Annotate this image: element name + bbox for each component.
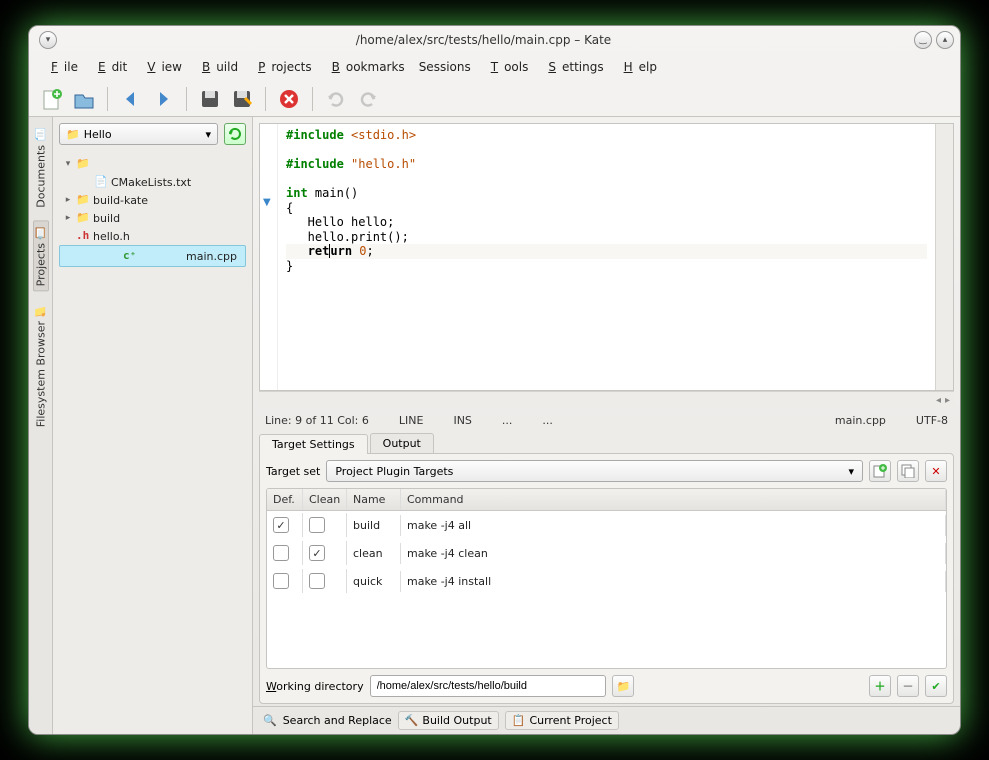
working-directory-input[interactable] (370, 675, 607, 697)
menu-bookmarks[interactable]: Bookmarks (320, 58, 411, 76)
file-icon: 📁 (76, 211, 90, 225)
side-tab-fsbrowser[interactable]: Filesystem Browser📁 (34, 299, 48, 431)
table-row[interactable]: quickmake -j4 install (267, 567, 946, 595)
target-set-label: Target set (266, 465, 320, 478)
working-directory-label: Working directory (266, 680, 364, 693)
targets-table: Def. Clean Name Command ✓buildmake -j4 a… (266, 488, 947, 669)
tree-node[interactable]: ▾📁 (59, 155, 246, 173)
menu-sessions[interactable]: Sessions (413, 58, 477, 76)
minimize-button[interactable]: ‿ (914, 31, 932, 49)
tab-output[interactable]: Output (370, 433, 434, 453)
save-icon[interactable] (197, 86, 223, 112)
vertical-scrollbar[interactable] (935, 124, 953, 390)
add-target-button[interactable]: ＋ (869, 675, 891, 697)
col-command: Command (401, 489, 946, 510)
new-file-icon[interactable] (39, 86, 65, 112)
clean-checkbox[interactable] (309, 573, 325, 589)
projects-icon: 📋 (34, 225, 48, 239)
side-tab-strip: Documents📄 Projects📋 Filesystem Browser📁 (29, 117, 53, 734)
target-settings-panel: Target set Project Plugin Targets ▾ ✕ De… (259, 453, 954, 704)
menu-settings[interactable]: Settings (536, 58, 609, 76)
encoding: UTF-8 (916, 414, 948, 427)
def-checkbox[interactable] (273, 545, 289, 561)
tree-node[interactable]: .hhello.h (59, 227, 246, 245)
binoculars-icon: 🔍 (263, 714, 277, 727)
tree-node[interactable]: ▸📁build (59, 209, 246, 227)
toolbar (29, 82, 960, 116)
col-def: Def. (267, 489, 303, 510)
menu-build[interactable]: Build (190, 58, 244, 76)
documents-icon: 📄 (34, 127, 48, 141)
bottom-bar: 🔍 Search and Replace 🔨Build Output 📋Curr… (253, 706, 960, 734)
col-clean: Clean (303, 489, 347, 510)
menu-help[interactable]: Help (612, 58, 663, 76)
window-menu-button[interactable]: ▾ (39, 31, 57, 49)
tree-node[interactable]: c⁺main.cpp (59, 245, 246, 267)
forward-icon[interactable] (150, 86, 176, 112)
horizontal-scrollbar[interactable]: ◂▸ (259, 391, 954, 409)
table-row[interactable]: ✓buildmake -j4 all (267, 511, 946, 539)
table-row[interactable]: ✓cleanmake -j4 clean (267, 539, 946, 567)
clean-checkbox[interactable] (309, 517, 325, 533)
clean-checkbox[interactable]: ✓ (309, 545, 325, 561)
filename: main.cpp (835, 414, 886, 427)
file-icon: .h (76, 229, 90, 243)
line-mode: LINE (399, 414, 424, 427)
status-bar: Line: 9 of 11 Col: 6 LINE INS ...... mai… (253, 409, 960, 431)
back-icon[interactable] (118, 86, 144, 112)
search-replace-label[interactable]: Search and Replace (283, 714, 392, 727)
project-icon: 📋 (512, 714, 526, 727)
col-name: Name (347, 489, 401, 510)
window-title: /home/alex/src/tests/hello/main.cpp – Ka… (57, 33, 910, 47)
file-icon: 📁 (76, 157, 90, 171)
maximize-button[interactable]: ▴ (936, 31, 954, 49)
folder-icon: 📁 (66, 128, 80, 141)
menubar: File Edit View Build Projects Bookmarks … (29, 54, 960, 82)
gutter: ▼ (260, 124, 278, 390)
remove-target-button[interactable]: － (897, 675, 919, 697)
copy-target-set-button[interactable] (897, 460, 919, 482)
current-project-tab[interactable]: 📋Current Project (505, 711, 619, 730)
build-output-tab[interactable]: 🔨Build Output (398, 711, 499, 730)
side-tab-projects[interactable]: Projects📋 (33, 220, 49, 291)
undo-icon[interactable] (323, 86, 349, 112)
menu-file[interactable]: File (39, 58, 84, 76)
tab-target-settings[interactable]: Target Settings (259, 434, 368, 454)
file-icon: c⁺ (123, 249, 137, 263)
file-icon: 📄 (94, 175, 108, 189)
file-icon: 📁 (76, 193, 90, 207)
save-as-icon[interactable] (229, 86, 255, 112)
chevron-down-icon: ▾ (205, 128, 211, 141)
menu-view[interactable]: View (135, 58, 188, 76)
def-checkbox[interactable] (273, 573, 289, 589)
editor[interactable]: ▼ #include <stdio.h> #include "hello.h" … (259, 123, 954, 391)
new-target-set-button[interactable] (869, 460, 891, 482)
confirm-button[interactable]: ✔ (925, 675, 947, 697)
folder-icon: 📁 (34, 303, 48, 317)
fold-icon[interactable]: ▼ (263, 197, 271, 208)
delete-target-set-button[interactable]: ✕ (925, 460, 947, 482)
side-tab-documents[interactable]: Documents📄 (34, 123, 48, 212)
close-icon[interactable] (276, 86, 302, 112)
target-set-select[interactable]: Project Plugin Targets ▾ (326, 460, 863, 482)
tree-node[interactable]: ▸📁build-kate (59, 191, 246, 209)
open-file-icon[interactable] (71, 86, 97, 112)
def-checkbox[interactable]: ✓ (273, 517, 289, 533)
chevron-down-icon: ▾ (848, 465, 854, 478)
hammer-icon: 🔨 (405, 714, 419, 727)
insert-mode: INS (453, 414, 471, 427)
redo-icon[interactable] (355, 86, 381, 112)
project-tree-panel: 📁Hello ▾ ▾📁📄CMakeLists.txt▸📁build-kate▸📁… (53, 117, 253, 734)
cursor-position: Line: 9 of 11 Col: 6 (265, 414, 369, 427)
project-selector[interactable]: 📁Hello ▾ (59, 123, 218, 145)
tree-node[interactable]: 📄CMakeLists.txt (59, 173, 246, 191)
menu-edit[interactable]: Edit (86, 58, 133, 76)
menu-projects[interactable]: Projects (246, 58, 318, 76)
reload-button[interactable] (224, 123, 246, 145)
titlebar: ▾ /home/alex/src/tests/hello/main.cpp – … (29, 26, 960, 54)
browse-directory-button[interactable]: 📁 (612, 675, 634, 697)
menu-tools[interactable]: Tools (479, 58, 535, 76)
